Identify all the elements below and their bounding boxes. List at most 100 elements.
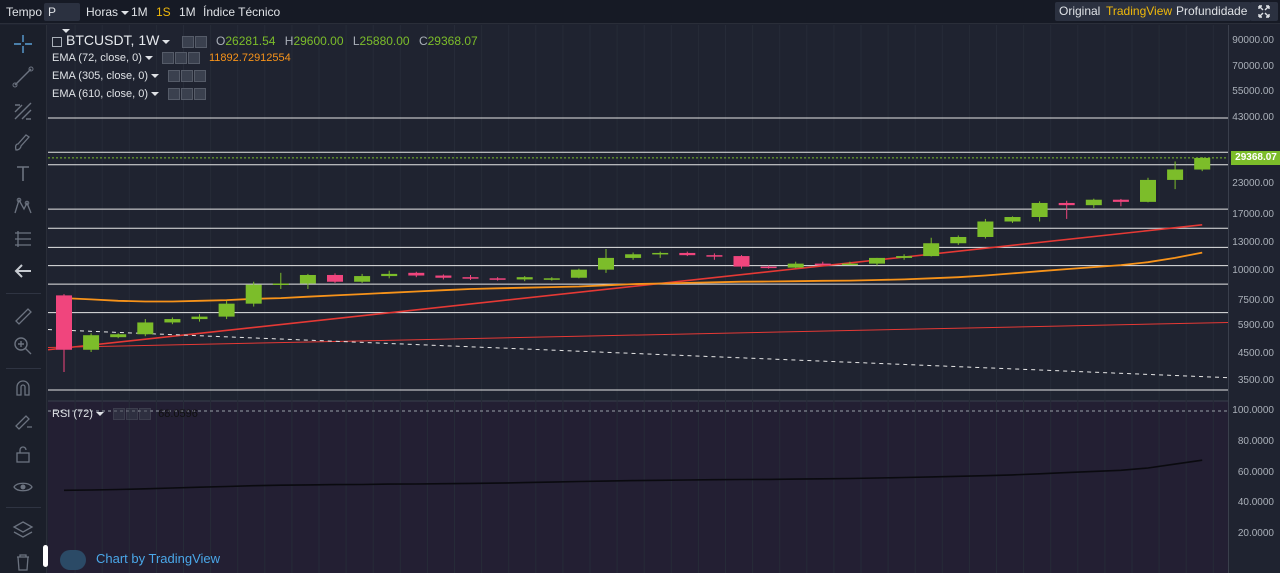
layers-icon[interactable] <box>12 519 34 541</box>
prediction-tool-icon[interactable] <box>12 228 34 250</box>
view-depth-button[interactable]: Profundidade <box>1172 2 1252 21</box>
candle-body <box>570 269 587 278</box>
candle-body <box>950 236 967 244</box>
view-tradingview-button[interactable]: TradingView <box>1102 2 1177 21</box>
open-value: 26281.54 <box>225 34 276 48</box>
candle-body <box>489 278 506 280</box>
chevron-down-icon[interactable] <box>151 74 159 79</box>
price-axis[interactable]: 90000.00 70000.00 55000.00 43000.00 23000.00… <box>1228 25 1280 573</box>
candle-body <box>516 277 533 280</box>
price-axis-label: 10000.00 <box>1232 264 1274 276</box>
close-key: C <box>418 34 428 48</box>
price-chart[interactable] <box>48 25 1228 573</box>
rsi-axis-label: 40.0000 <box>1237 497 1274 509</box>
chevron-down-icon[interactable] <box>95 412 104 417</box>
trash-icon[interactable] <box>12 551 34 573</box>
collapse-icon[interactable] <box>52 36 62 47</box>
drawing-toolbar <box>0 25 48 573</box>
candle-body <box>110 334 127 338</box>
settings-icon[interactable] <box>113 408 126 421</box>
close-icon[interactable] <box>194 88 207 101</box>
price-axis-label: 4500.00 <box>1237 348 1274 360</box>
fib-tool-icon[interactable] <box>12 100 34 122</box>
candle-body <box>218 303 235 317</box>
view-original-button[interactable]: Original <box>1055 2 1105 21</box>
candle-body <box>896 256 913 258</box>
candle-body <box>1004 217 1021 222</box>
candle-body <box>1031 202 1048 218</box>
visibility-icon[interactable] <box>181 70 194 83</box>
symbol-label: BTCUSDT, 1W <box>66 32 160 48</box>
tempo-label: Tempo <box>6 5 43 19</box>
visibility-icon[interactable] <box>194 35 207 48</box>
zoom-in-icon[interactable] <box>12 335 34 357</box>
candle-body <box>191 316 208 320</box>
candle-body <box>83 335 100 350</box>
ruler-icon[interactable] <box>12 305 34 327</box>
lock-icon[interactable] <box>12 443 34 465</box>
rsi-axis-label: 80.0000 <box>1237 435 1274 447</box>
rsi-axis-label: 60.0000 <box>1237 466 1274 478</box>
interval-1s-button[interactable]: 1S <box>152 3 175 21</box>
lock-drawing-icon[interactable] <box>12 410 34 432</box>
candle-body <box>923 243 940 257</box>
visibility-icon[interactable] <box>181 88 194 101</box>
price-axis-label: 55000.00 <box>1232 86 1274 98</box>
candle-body <box>354 276 371 282</box>
rsi-value: 68.0596 <box>158 408 198 420</box>
ema72-label: EMA (72, close, 0) <box>52 52 142 64</box>
candle-body <box>1085 199 1102 206</box>
ema610-label: EMA (610, close, 0) <box>52 88 148 100</box>
chevron-down-icon[interactable] <box>151 92 159 97</box>
ema72-value: 11892.72912554 <box>209 52 291 64</box>
toolbar-divider <box>6 368 41 369</box>
brush-icon[interactable] <box>12 132 34 154</box>
ema305-legend: EMA (305, close, 0) <box>52 70 207 83</box>
interval-1m-button[interactable]: 1M <box>127 3 152 21</box>
settings-icon[interactable] <box>168 88 181 101</box>
close-icon[interactable] <box>194 70 207 83</box>
candle-body <box>1058 202 1075 206</box>
chevron-down-icon[interactable] <box>144 56 153 61</box>
settings-icon[interactable] <box>161 52 174 65</box>
back-arrow-icon[interactable] <box>12 260 34 282</box>
rsi-label: RSI (72) <box>52 408 93 420</box>
trend-line-icon[interactable] <box>12 66 34 88</box>
visibility-icon[interactable] <box>174 52 187 65</box>
candle-body <box>137 322 154 335</box>
fullscreen-icon[interactable] <box>1250 2 1278 21</box>
candle-body <box>977 221 994 237</box>
close-icon[interactable] <box>187 52 200 65</box>
toolbar-divider <box>6 507 41 508</box>
eye-icon[interactable] <box>12 476 34 498</box>
crosshair-icon[interactable] <box>12 33 34 55</box>
horas-select[interactable]: Horas <box>82 3 133 21</box>
candle-body <box>327 274 343 282</box>
main-legend: BTCUSDT, 1W O26281.54 H29600.00 L25880.0… <box>52 32 478 48</box>
chevron-down-icon[interactable] <box>162 39 171 44</box>
settings-icon[interactable] <box>181 35 194 48</box>
interval-1mo-button[interactable]: 1M <box>175 3 200 21</box>
candle-body <box>706 255 723 257</box>
rsi-legend: RSI (72) 68.0596 <box>52 408 198 421</box>
tradingview-watermark[interactable]: Chart by TradingView <box>60 548 220 570</box>
candle-body <box>869 257 885 264</box>
chart-area[interactable] <box>48 25 1228 573</box>
price-axis-label: 43000.00 <box>1232 111 1274 123</box>
visibility-icon[interactable] <box>126 408 139 421</box>
indicators-button[interactable]: Índice Técnico <box>199 3 284 21</box>
candle-body <box>1167 169 1184 180</box>
price-axis-label: 5900.00 <box>1237 319 1274 331</box>
open-key: O <box>216 34 226 48</box>
period-select[interactable]: P <box>44 3 80 33</box>
tradingview-logo-icon <box>60 549 86 570</box>
magnet-icon[interactable] <box>12 377 34 399</box>
close-icon[interactable] <box>139 408 152 421</box>
text-tool-icon[interactable] <box>12 163 34 185</box>
candle-body <box>408 272 425 276</box>
rsi-axis-label: 100.0000 <box>1232 405 1274 416</box>
pattern-tool-icon[interactable] <box>12 195 34 217</box>
candle-body <box>625 254 642 258</box>
low-value: 25880.00 <box>359 34 410 48</box>
settings-icon[interactable] <box>168 70 181 83</box>
